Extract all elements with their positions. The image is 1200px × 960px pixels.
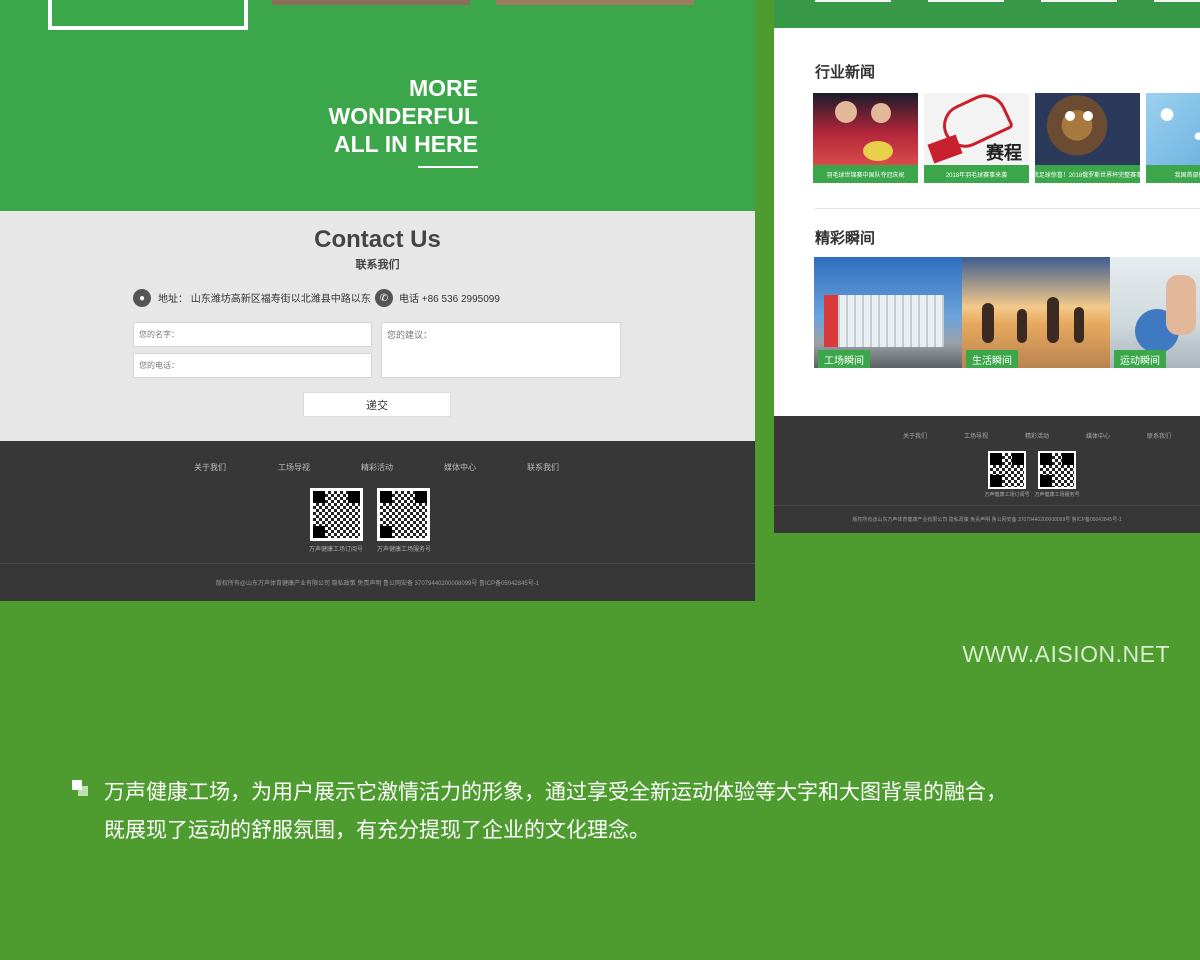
address-label: 地址： (158, 294, 188, 305)
badminton-players-photo (813, 93, 918, 165)
top-tab[interactable] (815, 0, 891, 2)
footer-nav-contact[interactable]: 联系我们 (527, 462, 559, 473)
copyright-text: 版权所有@山东万声体育健康产业有限公司 隐私政策 免责声明 鲁公网安备 3707… (852, 517, 1122, 523)
news-caption: 2018年羽毛球赛事来袭 (924, 165, 1029, 183)
phone-placeholder: 您的电话： (139, 361, 179, 370)
footer-divider (0, 563, 755, 564)
name-placeholder: 您的名字： (139, 330, 179, 339)
submit-button[interactable]: 递交 (303, 392, 451, 417)
section-divider (815, 208, 1200, 209)
top-tab[interactable] (928, 0, 1004, 2)
footer-nav-guide[interactable]: 工场导视 (278, 462, 310, 473)
news-caption: 羽毛球世锦赛中国队夺冠庆祝 (813, 165, 918, 183)
moments-heading: 精彩瞬间 (815, 230, 876, 247)
phone-label: 电话 (399, 294, 419, 305)
footer-divider (774, 505, 1200, 506)
square-bullet-icon (72, 780, 90, 798)
qr-caption: 万声健康工场服务号 (376, 547, 431, 553)
qr-code-icon (1038, 451, 1076, 489)
phone-line: 电话 +86 536 2995099 (399, 290, 500, 305)
phone-value: +86 536 2995099 (421, 294, 500, 305)
footer-nav-media[interactable]: 媒体中心 (444, 462, 476, 473)
hero-thumbnail[interactable] (272, 0, 470, 5)
footer-nav-contact[interactable]: 联系我们 (1147, 431, 1171, 440)
copyright-text: 版权所有@山东万声体育健康产业有限公司 隐私政策 免责声明 鲁公网安备 3707… (215, 581, 540, 587)
shuttlecock-poster: 赛程 (924, 93, 1029, 165)
news-caption: 给我足球惊喜！2018俄罗斯世界杯完整赛事表 (1035, 165, 1140, 183)
moment-label: 运动瞬间 (1114, 350, 1166, 368)
moment-label: 生活瞬间 (966, 350, 1018, 368)
location-pin-icon: ● (133, 289, 151, 307)
news-card[interactable]: 给我足球惊喜！2018俄罗斯世界杯完整赛事表 (1035, 93, 1140, 183)
moment-card[interactable]: 运动瞬间 (1110, 257, 1200, 368)
more-line: MORE (409, 75, 478, 101)
description-paragraph: 万声健康工场，为用户展示它激情活力的形象，通过享受全新运动体验等大字和大图背景的… (104, 781, 1007, 842)
more-line: ALL IN HERE (334, 131, 478, 157)
suggestion-textarea[interactable]: 您的建议： (381, 322, 621, 378)
phone-icon: ✆ (375, 289, 393, 307)
top-green-bar (774, 0, 1200, 28)
footer-nav-events[interactable]: 精彩活动 (1025, 431, 1049, 440)
contact-title: Contact Us (314, 226, 441, 253)
hero-frame-decoration (48, 0, 248, 30)
left-website-mockup: MORE WONDERFUL ALL IN HERE Contact Us 联系… (0, 0, 755, 601)
qr-code-icon (377, 488, 430, 541)
heading-underline (418, 166, 478, 168)
footer-nav-about[interactable]: 关于我们 (194, 462, 226, 473)
news-card[interactable]: 羽毛球世锦赛中国队夺冠庆祝 (813, 93, 918, 183)
moment-card[interactable]: 工场瞬间 (814, 257, 962, 368)
qr-code-icon (988, 451, 1026, 489)
news-card[interactable]: 我国首部健康管理 (1146, 93, 1200, 183)
top-tab[interactable] (1154, 0, 1200, 2)
more-wonderful-heading: MORE WONDERFUL ALL IN HERE (300, 74, 478, 158)
news-heading: 行业新闻 (815, 64, 876, 81)
phone-input[interactable]: 您的电话： (133, 353, 372, 378)
top-tab[interactable] (1041, 0, 1117, 2)
blue-abstract-graphic (1146, 93, 1200, 165)
footer-nav-media[interactable]: 媒体中心 (1086, 431, 1110, 440)
footer-nav-events[interactable]: 精彩活动 (361, 462, 393, 473)
qr-code-icon (310, 488, 363, 541)
moment-label: 工场瞬间 (818, 350, 870, 368)
name-input[interactable]: 您的名字： (133, 322, 372, 347)
contact-subtitle: 联系我们 (355, 259, 400, 271)
suggestion-placeholder: 您的建议： (387, 330, 433, 340)
poster-text: 赛程 (986, 143, 1022, 164)
news-caption: 我国首部健康管理 (1146, 165, 1200, 183)
footer-nav-guide[interactable]: 工场导视 (964, 431, 988, 440)
address-line: 地址： 山东潍坊高新区福寿街以北潍县中路以东 (158, 290, 371, 305)
footer-nav-about[interactable]: 关于我们 (903, 431, 927, 440)
moment-card[interactable]: 生活瞬间 (962, 257, 1110, 368)
watermark-url: WWW.AISION.NET (962, 641, 1170, 667)
more-line: WONDERFUL (328, 103, 478, 129)
world-cup-mascot-photo (1035, 93, 1140, 165)
address-value: 山东潍坊高新区福寿街以北潍县中路以东 (190, 294, 371, 305)
hero-thumbnail[interactable] (496, 0, 694, 5)
qr-caption: 万声健康工场服务号 (1034, 492, 1080, 498)
news-card[interactable]: 赛程 2018年羽毛球赛事来袭 (924, 93, 1029, 183)
